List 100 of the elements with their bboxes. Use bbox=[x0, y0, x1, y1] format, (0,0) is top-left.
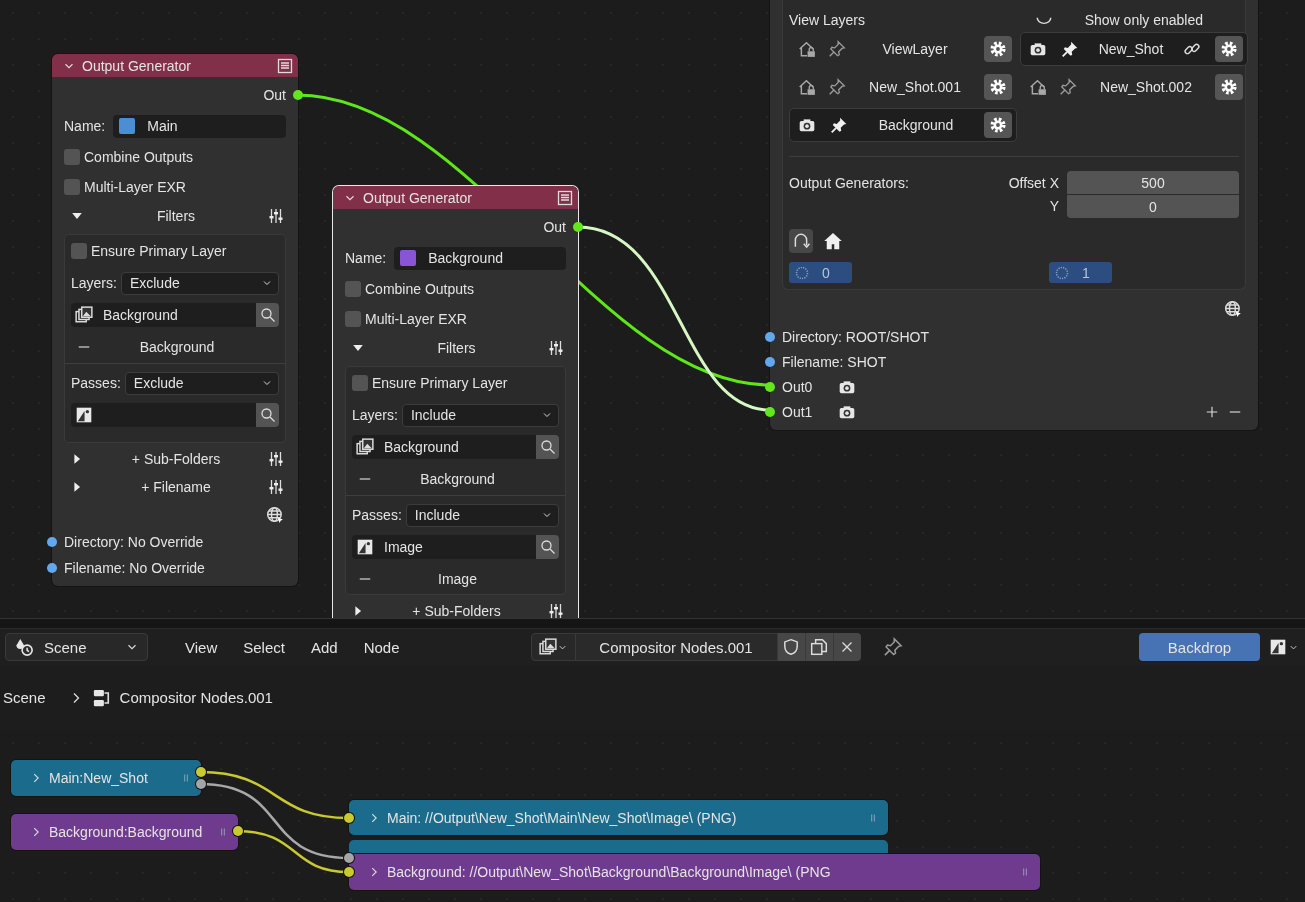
field-label: Offset X bbox=[1008, 174, 1059, 191]
sliders-icon[interactable] bbox=[548, 340, 564, 356]
settings-button[interactable] bbox=[984, 74, 1012, 100]
section-title: Output Generators: bbox=[789, 174, 910, 191]
checkbox-label[interactable]: Multi-Layer EXR bbox=[84, 179, 186, 195]
menu-item[interactable]: Add bbox=[297, 633, 351, 661]
duplicate-button[interactable] bbox=[804, 633, 833, 661]
group-node[interactable]: Main: //Output\New_Shot\Main\New_Shot\Image\ (PNG) bbox=[349, 800, 888, 835]
name-field[interactable]: Main bbox=[113, 114, 286, 138]
search-field[interactable]: Background bbox=[352, 435, 536, 459]
menu-item[interactable]: Select bbox=[230, 633, 298, 661]
sliders-icon[interactable] bbox=[548, 603, 564, 618]
checkbox[interactable] bbox=[64, 149, 80, 165]
group-node[interactable]: Main:New_Shot bbox=[11, 760, 201, 796]
socket-label: Out1 bbox=[782, 403, 813, 420]
node-title: Main: //Output\New_Shot\Main\New_Shot\Image\ (PNG) bbox=[387, 809, 738, 826]
group-node[interactable] bbox=[349, 840, 888, 854]
number-field[interactable]: 500 bbox=[1067, 171, 1239, 194]
unlink-button[interactable] bbox=[832, 633, 861, 661]
menu-icon[interactable] bbox=[277, 57, 293, 74]
camera-icon bbox=[1029, 40, 1047, 58]
browse-button[interactable] bbox=[530, 633, 576, 661]
menu-item[interactable]: Node bbox=[350, 633, 413, 661]
pin-icon bbox=[828, 78, 846, 96]
gear-icon bbox=[989, 40, 1007, 58]
pin-icon[interactable] bbox=[882, 637, 903, 657]
field-label: Layers: bbox=[71, 275, 117, 291]
checkbox[interactable] bbox=[71, 243, 87, 259]
search-field[interactable]: Image bbox=[352, 535, 536, 559]
search-field[interactable]: Background bbox=[71, 303, 256, 327]
group-node[interactable]: Background: //Output\New_Shot\Background\Background\Image\ (PNG bbox=[349, 854, 1040, 890]
section-label[interactable]: Filters bbox=[371, 340, 542, 356]
checkbox[interactable] bbox=[345, 281, 361, 297]
settings-button[interactable] bbox=[1215, 74, 1243, 100]
sliders-icon[interactable] bbox=[268, 208, 284, 224]
checkbox-label[interactable]: Combine Outputs bbox=[365, 281, 474, 297]
checkbox[interactable] bbox=[345, 311, 361, 327]
node-title: Output Generator bbox=[82, 57, 192, 74]
settings-button[interactable] bbox=[984, 112, 1012, 138]
search-field[interactable] bbox=[71, 403, 256, 427]
settings-button[interactable] bbox=[984, 36, 1012, 62]
checkbox-label[interactable]: Combine Outputs bbox=[84, 149, 193, 165]
layers-icon bbox=[538, 638, 557, 656]
sliders-icon[interactable] bbox=[268, 479, 284, 495]
globe-icon[interactable] bbox=[266, 506, 284, 524]
number-field[interactable]: 0 bbox=[1067, 195, 1239, 218]
home-icon[interactable] bbox=[823, 231, 843, 251]
group-node[interactable]: Background:Background bbox=[11, 814, 238, 850]
fake-user-button[interactable] bbox=[776, 633, 805, 661]
backdrop-button[interactable]: Backdrop bbox=[1139, 633, 1260, 661]
filter-label[interactable]: Show only enabled bbox=[1084, 12, 1203, 28]
socket bbox=[765, 331, 775, 342]
search-icon bbox=[539, 539, 556, 555]
checkbox-label[interactable]: Ensure Primary Layer bbox=[91, 243, 227, 259]
add-icon[interactable] bbox=[1205, 404, 1219, 419]
name-field[interactable]: Background bbox=[394, 246, 566, 270]
breadcrumb-item[interactable]: Compositor Nodes.001 bbox=[119, 689, 273, 706]
layers-icon bbox=[75, 306, 93, 324]
node-header[interactable]: Output Generator bbox=[52, 54, 298, 77]
search-button[interactable] bbox=[536, 535, 559, 559]
checkbox-label[interactable]: Ensure Primary Layer bbox=[372, 375, 508, 391]
socket-label: Out bbox=[263, 87, 286, 103]
pin-icon bbox=[830, 116, 848, 134]
image-icon bbox=[356, 538, 374, 556]
gear-icon bbox=[1220, 40, 1238, 58]
node-tree-field[interactable]: Compositor Nodes.001 bbox=[575, 633, 777, 661]
checkbox[interactable] bbox=[352, 375, 368, 391]
search-button[interactable] bbox=[256, 403, 279, 427]
view-layer-item[interactable]: ViewLayer bbox=[789, 32, 1017, 66]
view-layer-item[interactable]: New_Shot.002 bbox=[1020, 70, 1248, 104]
section-label[interactable]: Filters bbox=[90, 208, 262, 224]
view-layer-item[interactable]: New_Shot bbox=[1020, 32, 1248, 66]
node-header[interactable]: Output Generator bbox=[333, 186, 578, 209]
slot-button[interactable]: 0 bbox=[789, 262, 852, 283]
section-label[interactable]: + Filename bbox=[90, 479, 262, 495]
menu-icon[interactable] bbox=[557, 189, 573, 206]
search-icon bbox=[259, 307, 276, 323]
mode-dropdown[interactable]: Include bbox=[405, 503, 559, 527]
view-layer-item[interactable]: New_Shot.001 bbox=[789, 70, 1017, 104]
view-layer-item[interactable]: Background bbox=[789, 108, 1017, 142]
mode-dropdown[interactable]: Exclude bbox=[120, 271, 279, 295]
mode-dropdown[interactable]: Exclude bbox=[124, 371, 279, 395]
sliders-icon[interactable] bbox=[268, 451, 284, 467]
search-button[interactable] bbox=[256, 303, 279, 327]
search-icon bbox=[259, 407, 276, 423]
search-button[interactable] bbox=[536, 435, 559, 459]
checkbox-label[interactable]: Multi-Layer EXR bbox=[365, 311, 467, 327]
menu-item[interactable]: View bbox=[172, 633, 231, 661]
house-lock-icon bbox=[798, 78, 816, 96]
slot-button[interactable]: 1 bbox=[1049, 262, 1112, 283]
checkbox[interactable] bbox=[64, 179, 80, 195]
gear-icon bbox=[989, 78, 1007, 96]
globe-icon[interactable] bbox=[1224, 300, 1242, 318]
mode-dropdown[interactable]: Include bbox=[401, 403, 559, 427]
editor-dropdown[interactable]: Scene bbox=[5, 633, 148, 661]
section-label[interactable]: + Sub-Folders bbox=[90, 451, 262, 467]
breadcrumb-item[interactable]: Scene bbox=[3, 689, 46, 706]
section-label[interactable]: + Sub-Folders bbox=[371, 603, 542, 618]
settings-button[interactable] bbox=[1215, 36, 1243, 62]
loop-button[interactable] bbox=[789, 229, 813, 253]
